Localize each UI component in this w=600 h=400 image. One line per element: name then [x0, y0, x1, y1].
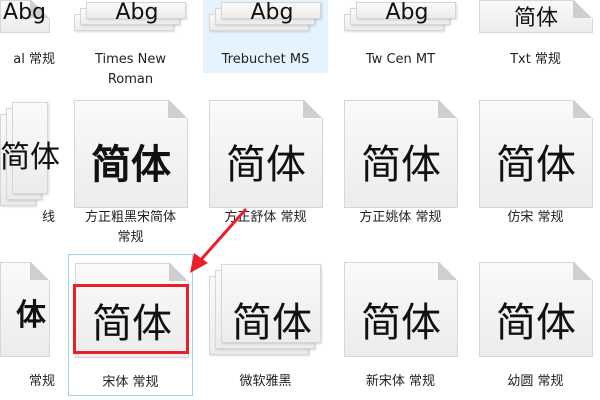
font-family-icon: Abg	[209, 0, 323, 33]
font-sample: Abg	[3, 0, 46, 25]
font-name: 方正粗黑宋简体 常规	[84, 210, 176, 245]
font-name: 微软雅黑	[239, 374, 292, 389]
font-item[interactable]: Abg Trebuchet MS	[203, 0, 328, 73]
font-item[interactable]: 简体 方正姚体 常规	[338, 100, 463, 250]
font-sample: 简体	[91, 142, 171, 188]
font-item[interactable]: Abg Tw Cen MT	[338, 0, 463, 73]
font-file-icon: 简体	[209, 100, 323, 208]
page-fold-icon	[438, 262, 458, 280]
font-sample: 简体	[513, 6, 558, 31]
font-name: 新宋体 常规	[365, 374, 436, 389]
font-sample: 简体	[232, 300, 312, 346]
font-item[interactable]: 简体 幼圆 常规	[473, 262, 598, 394]
font-file-icon: Abg	[0, 0, 50, 33]
arrow-annotation	[190, 208, 248, 273]
highlight-box	[73, 284, 189, 354]
font-item[interactable]: 简体 仿宋 常规	[473, 100, 598, 250]
font-item[interactable]: 简体 Txt 常规	[473, 0, 598, 73]
font-sample: 简体	[361, 142, 441, 188]
font-name: Txt 常规	[510, 52, 561, 67]
font-file-icon: 体	[0, 262, 50, 357]
page-fold-icon	[573, 262, 593, 280]
font-item[interactable]: Abg al 常规	[0, 0, 55, 73]
font-item[interactable]: 简体线	[0, 100, 60, 250]
font-name: Trebuchet MS	[221, 52, 310, 67]
font-file-icon: 简体	[74, 100, 188, 208]
font-item[interactable]: 简体方正粗黑宋简体 常规	[68, 100, 193, 250]
font-sample: 简体	[0, 140, 60, 175]
font-file-icon: 简体	[479, 0, 593, 33]
font-family-icon: 简体	[0, 100, 60, 208]
page-fold-icon	[303, 100, 323, 118]
font-name: Times New Roman	[94, 52, 167, 87]
font-file-icon: 简体	[344, 100, 458, 208]
font-sample: Abg	[250, 0, 294, 25]
font-file-icon: 简体	[344, 262, 458, 357]
font-item[interactable]: 体常规	[0, 262, 55, 394]
font-name: 线	[41, 210, 55, 225]
font-sample: 简体	[496, 142, 576, 188]
font-sample: 简体	[226, 142, 306, 188]
font-name: 方正姚体 常规	[359, 210, 442, 225]
font-sample: 体	[16, 298, 46, 333]
font-name: al 常规	[13, 52, 55, 67]
font-item[interactable]: Abg Times New Roman	[68, 0, 193, 87]
font-name: 宋体 常规	[102, 375, 159, 390]
font-file-icon: 简体	[479, 100, 593, 208]
font-name: 仿宋 常规	[507, 210, 564, 225]
font-name: 幼圆 常规	[507, 374, 564, 389]
font-name: Tw Cen MT	[365, 52, 436, 67]
font-sample: 简体	[496, 300, 576, 346]
font-sample: Abg	[115, 0, 159, 25]
font-item[interactable]: 简体 新宋体 常规	[338, 262, 463, 394]
font-name: 常规	[28, 374, 55, 389]
page-fold-icon	[573, 100, 593, 118]
page-fold-icon	[438, 100, 458, 118]
font-family-icon: Abg	[74, 0, 188, 33]
font-file-icon: 简体	[479, 262, 593, 357]
page-fold-icon	[30, 262, 50, 280]
font-sample: Abg	[385, 0, 429, 25]
page-fold-icon	[168, 100, 188, 118]
font-family-icon: Abg	[344, 0, 458, 33]
font-sample: 简体	[361, 300, 441, 346]
